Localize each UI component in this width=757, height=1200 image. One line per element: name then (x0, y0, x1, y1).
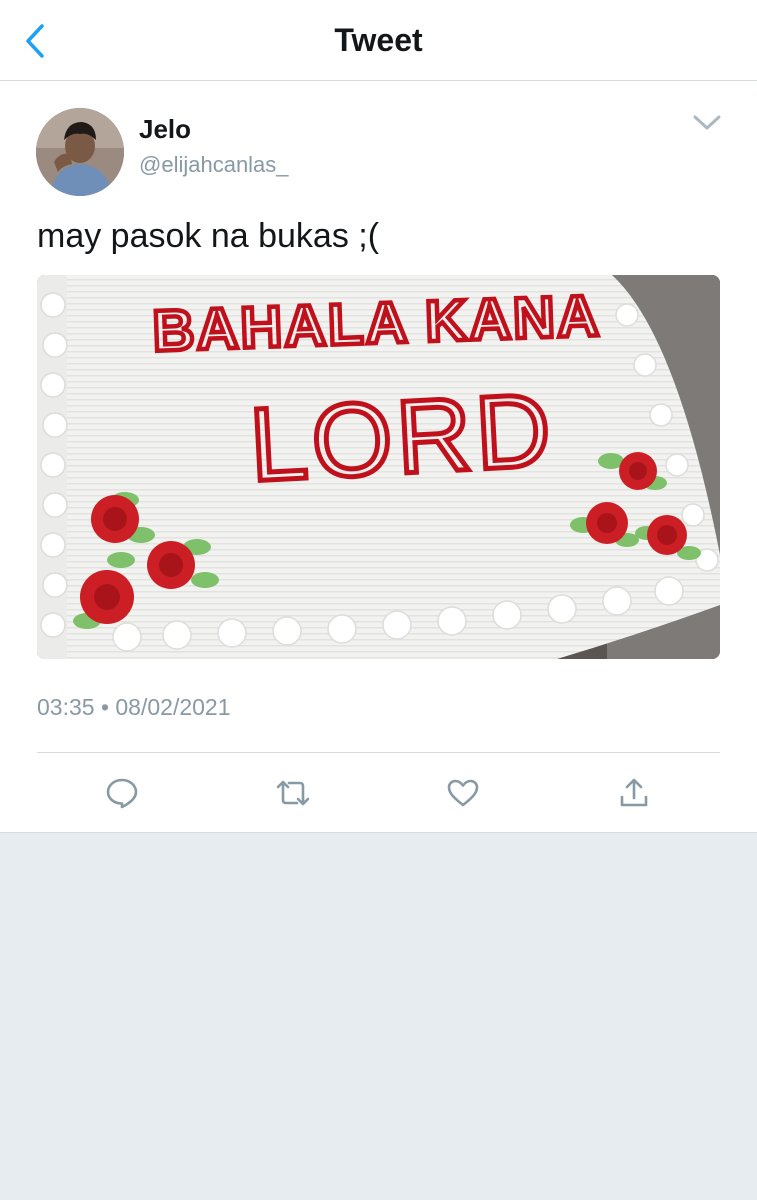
tweet-media[interactable]: BAHALA KANA LORD (37, 275, 720, 659)
retweet-icon (276, 780, 310, 806)
cake-image: BAHALA KANA LORD (37, 275, 720, 659)
chevron-down-icon (693, 115, 721, 130)
divider (37, 752, 720, 753)
top-bar: Tweet (0, 0, 757, 81)
author-name[interactable]: Jelo (139, 114, 191, 145)
like-button[interactable] (441, 771, 485, 815)
author-handle[interactable]: @elijahcanlas_ (139, 152, 289, 178)
tweet-text: may pasok na bukas ;( (37, 217, 380, 255)
share-button[interactable] (612, 771, 656, 815)
reply-button[interactable] (100, 771, 144, 815)
avatar[interactable] (36, 108, 124, 196)
tweet-card: Jelo @elijahcanlas_ may pasok na bukas ;… (0, 81, 757, 833)
like-icon (447, 779, 479, 807)
cake-text-line2: LORD (247, 372, 558, 504)
page-title: Tweet (334, 21, 423, 58)
retweet-button[interactable] (271, 771, 315, 815)
more-options-button[interactable] (690, 109, 724, 137)
share-icon (620, 778, 648, 807)
reply-icon (106, 778, 138, 809)
avatar-image (36, 108, 124, 196)
tweet-timestamp: 03:35 • 08/02/2021 (37, 694, 231, 720)
